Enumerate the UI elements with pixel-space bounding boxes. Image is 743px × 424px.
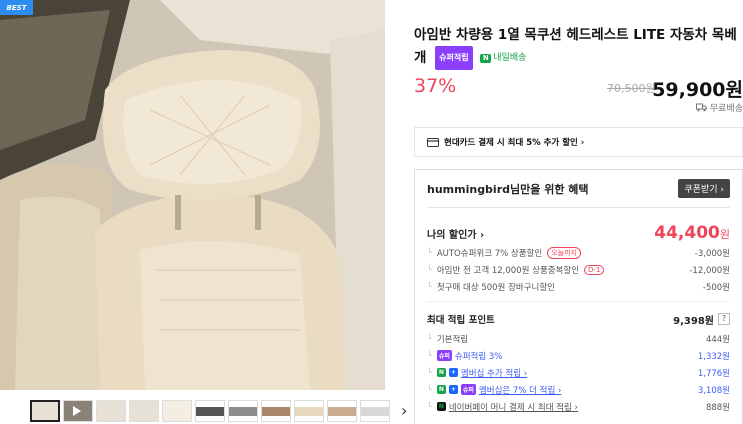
super-mini-badge: 슈퍼 (436, 350, 452, 361)
discount-item-label: 첫구매 대상 500원 장바구니할인 (436, 282, 555, 293)
discount-item-value: -500원 (702, 282, 730, 293)
thumbnail-video[interactable] (63, 400, 93, 422)
shipping-label: 무료배송 (709, 104, 743, 114)
points-item-label[interactable]: 멤버십은 7% 더 적립 › (479, 384, 561, 396)
naver-n-icon: N (480, 53, 492, 63)
points-item-label: 기본적립 (436, 334, 469, 345)
thumbnail-swatch-beige[interactable] (327, 400, 357, 422)
thumbnail-swatch-dark[interactable] (195, 400, 225, 422)
delivery-badge: N 내일배송 (480, 47, 526, 69)
points-item-value: 1,332원 (697, 351, 730, 362)
shipping-info: 무료배송 (695, 101, 743, 114)
max-points-row: 최대 적립 포인트 9,398원 ? (427, 308, 730, 330)
discount-item: AUTO슈퍼위크 7% 상품할인 오늘까지 -3,000원 (427, 244, 730, 261)
discount-item-value: -12,000원 (689, 265, 730, 276)
naver-n-icon: N (436, 385, 446, 394)
my-discount-unit: 원 (719, 228, 730, 241)
points-item: 기본적립 444원 (427, 330, 730, 347)
delivery-label: 내일배송 (493, 53, 527, 63)
points-item[interactable]: N+멤버십 추가 적립 › 1,776원 (427, 364, 730, 381)
naver-pay-icon: N (436, 402, 446, 411)
discount-item-label: 아임반 전 고객 12,000원 상품중복할인 (436, 265, 580, 276)
discount-item: 첫구매 대상 500원 장바구니할인 -500원 (427, 278, 730, 295)
discount-item-tag: D-1 (584, 264, 605, 275)
thumbnail-strip: › (30, 400, 407, 424)
naver-n-icon: N (436, 368, 446, 377)
truck-icon (695, 103, 707, 112)
points-item-value: 1,776원 (697, 368, 730, 379)
points-item-label: 슈퍼적립 3% (454, 351, 503, 362)
divider (427, 301, 730, 302)
benefit-title: hummingbird님만을 위한 혜택 (427, 182, 589, 196)
thumbnail-swatch-light[interactable] (360, 400, 390, 422)
points-item-value: 3,108원 (697, 385, 730, 396)
max-points-label: 최대 적립 포인트 (427, 315, 495, 326)
sale-price: 59,900원 (652, 79, 743, 101)
points-item: 슈퍼슈퍼적립 3% 1,332원 (427, 347, 730, 364)
thumbnail-4[interactable] (129, 400, 159, 422)
points-item-value: 444원 (705, 334, 730, 345)
points-item-value: 888원 (705, 402, 730, 413)
super-mini-badge: 슈퍼 (460, 384, 476, 395)
super-points-badge: 슈퍼적립 (435, 46, 473, 70)
max-points-value: 9,398원 ? (673, 312, 730, 327)
thumbnail-swatch-cream[interactable] (294, 400, 324, 422)
thumbnail-swatch-brown[interactable] (261, 400, 291, 422)
thumbnail-1[interactable] (30, 400, 60, 422)
benefit-header: hummingbird님만을 위한 혜택 쿠폰받기 › (427, 170, 730, 208)
best-badge: BEST (0, 0, 33, 15)
thumbnail-next-icon[interactable]: › (401, 400, 407, 424)
discount-item-label: AUTO슈퍼위크 7% 상품할인 (436, 248, 543, 259)
plus-icon: + (448, 385, 458, 394)
original-price: 70,500원 (607, 82, 656, 95)
my-discount-value: 44,400원 (654, 223, 730, 243)
my-discount-label: 나의 할인가 › (427, 229, 485, 241)
discount-rate: 37% (414, 75, 457, 97)
my-discount-row[interactable]: 나의 할인가 › 44,400원 (427, 222, 730, 244)
points-item-label[interactable]: 네이버페이 머니 결제 시 최대 적립 › (449, 401, 578, 413)
product-main-image[interactable]: BEST (0, 0, 385, 390)
points-item[interactable]: N네이버페이 머니 결제 시 최대 적립 › 888원 (427, 398, 730, 415)
max-points-amount: 9,398원 (673, 315, 714, 327)
thumbnail-3[interactable] (96, 400, 126, 422)
discount-item-value: -3,000원 (694, 248, 730, 259)
member-benefit-box: hummingbird님만을 위한 혜택 쿠폰받기 › 나의 할인가 › 44,… (414, 169, 743, 424)
discount-item: 아임반 전 고객 12,000원 상품중복할인 D-1 -12,000원 (427, 261, 730, 278)
card-promo-text: 현대카드 결제 시 최대 5% 추가 할인 › (444, 138, 585, 148)
get-coupon-button[interactable]: 쿠폰받기 › (678, 179, 730, 198)
plus-icon: + (448, 368, 458, 377)
car-seat-illustration (0, 0, 385, 390)
thumbnail-swatch-gray[interactable] (228, 400, 258, 422)
points-item[interactable]: N+슈퍼멤버십은 7% 더 적립 › 3,108원 (427, 381, 730, 398)
card-promo-banner[interactable]: 현대카드 결제 시 최대 5% 추가 할인 › (414, 127, 743, 157)
my-discount-amount: 44,400 (654, 223, 720, 243)
thumbnail-5[interactable] (162, 400, 192, 422)
help-icon[interactable]: ? (718, 313, 730, 325)
product-title: 아임반 차량용 1열 목쿠션 헤드레스트 LITE 자동차 목베개 슈퍼적립 N… (414, 24, 743, 70)
credit-card-icon (427, 137, 439, 147)
discount-item-tag: 오늘까지 (547, 246, 581, 259)
points-item-label[interactable]: 멤버십 추가 적립 › (461, 367, 527, 379)
